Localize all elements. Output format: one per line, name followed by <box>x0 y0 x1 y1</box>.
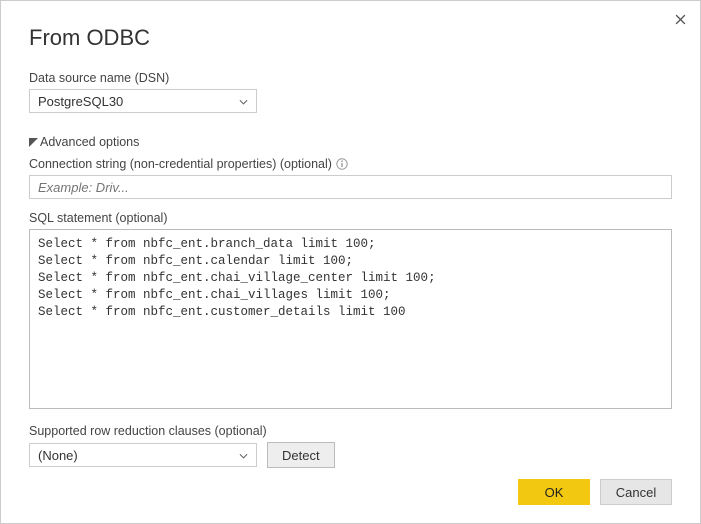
sql-statement-textarea[interactable] <box>29 229 672 409</box>
from-odbc-dialog: From ODBC Data source name (DSN) Postgre… <box>0 0 701 524</box>
chevron-down-icon <box>239 94 248 109</box>
dsn-select[interactable]: PostgreSQL30 <box>29 89 257 113</box>
advanced-options-label: Advanced options <box>40 135 139 149</box>
connection-string-label-text: Connection string (non-credential proper… <box>29 157 332 171</box>
connection-string-input[interactable] <box>29 175 672 199</box>
expander-arrow-icon <box>29 138 38 147</box>
chevron-down-icon <box>239 448 248 463</box>
close-button[interactable] <box>668 7 692 31</box>
connection-string-label: Connection string (non-credential proper… <box>29 157 672 171</box>
row-reduction-value: (None) <box>38 448 78 463</box>
advanced-options-toggle[interactable]: Advanced options <box>29 135 672 149</box>
detect-button[interactable]: Detect <box>267 442 335 468</box>
cancel-button[interactable]: Cancel <box>600 479 672 505</box>
sql-statement-label: SQL statement (optional) <box>29 211 672 225</box>
close-icon <box>675 14 686 25</box>
dialog-title: From ODBC <box>29 25 672 51</box>
dsn-value: PostgreSQL30 <box>38 94 123 109</box>
row-reduction-label: Supported row reduction clauses (optiona… <box>29 424 672 438</box>
dsn-label: Data source name (DSN) <box>29 71 672 85</box>
row-reduction-select[interactable]: (None) <box>29 443 257 467</box>
dialog-footer: OK Cancel <box>518 479 672 505</box>
ok-button[interactable]: OK <box>518 479 590 505</box>
info-icon[interactable] <box>336 158 348 170</box>
